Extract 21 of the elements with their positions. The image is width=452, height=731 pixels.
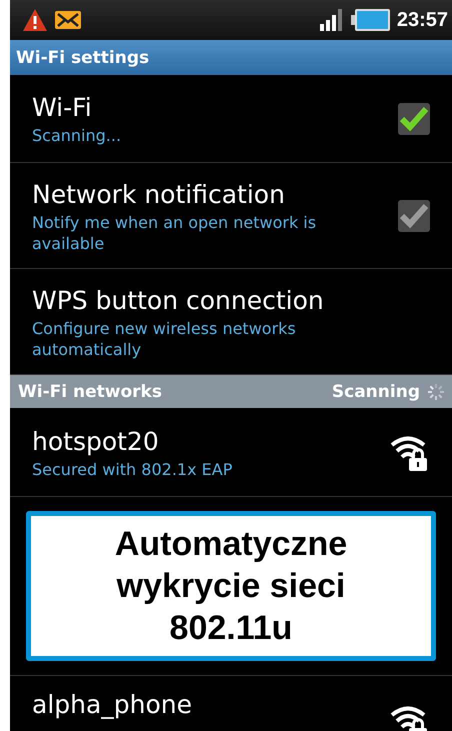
signal-icon — [318, 8, 345, 32]
callout-text: 802.11u — [170, 608, 292, 649]
callout-text: wykrycie sieci — [116, 566, 346, 607]
setting-summary: Scanning... — [32, 125, 122, 146]
network-security: Secured with 802.1x EAP — [32, 458, 234, 480]
setting-title[interactable]: Wi-Fi — [32, 91, 398, 125]
setting-title[interactable]: WPS button connection — [32, 284, 430, 318]
network-name[interactable]: alpha_phone — [32, 688, 390, 722]
scanning-status: Scanning — [332, 382, 420, 402]
loading-spinner-icon — [426, 382, 446, 402]
section-header: Wi-Fi networks — [18, 382, 162, 402]
envelope-icon — [54, 9, 82, 31]
setting-summary: Configure new wireless networks automatically — [32, 318, 297, 360]
network-name[interactable]: hotspot20 — [32, 424, 390, 458]
section-header: Wi-Fi settings — [10, 40, 452, 75]
warning-icon — [22, 8, 48, 32]
setting-summary: Notify me when an open network is available — [32, 212, 318, 254]
callout-text: Automatyczne — [114, 524, 348, 565]
battery-icon — [350, 8, 391, 32]
clock: 23:57 — [396, 8, 448, 32]
checkbox[interactable] — [398, 102, 430, 134]
